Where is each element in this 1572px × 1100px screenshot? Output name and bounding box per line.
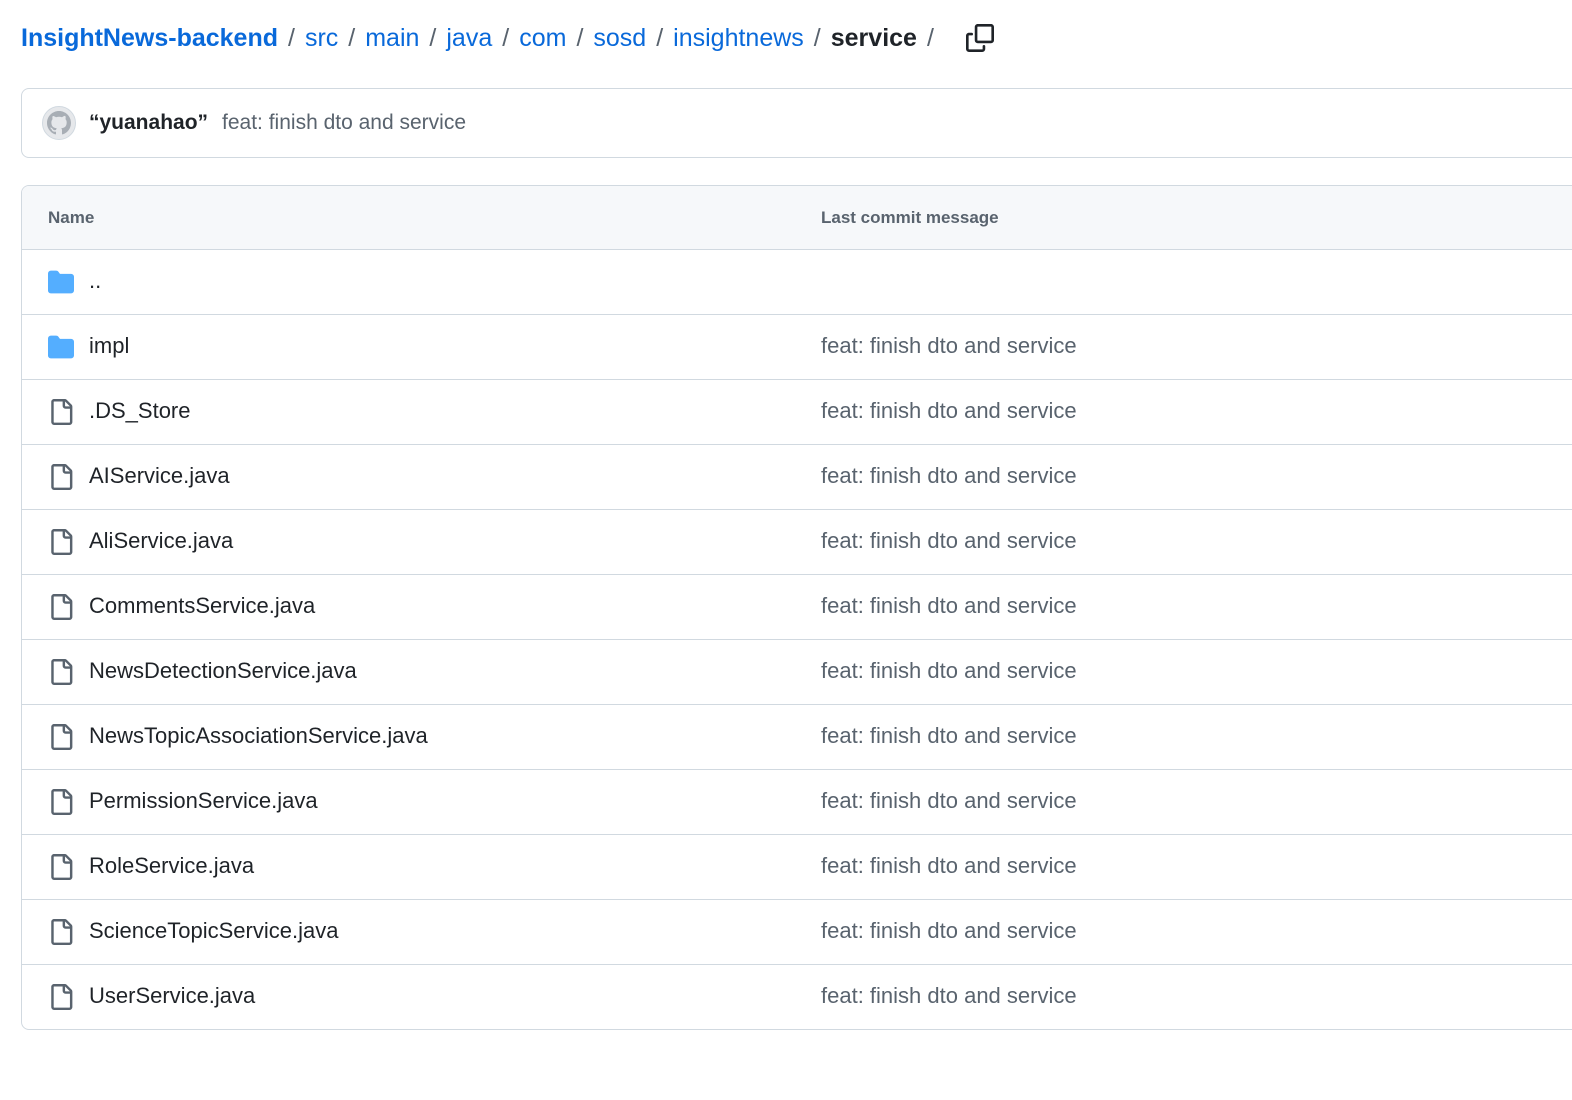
breadcrumb-link-java[interactable]: java xyxy=(446,24,492,53)
commit-message[interactable]: feat: finish dto and service xyxy=(222,111,466,135)
breadcrumb-separator: / xyxy=(288,23,295,52)
row-commit-message[interactable]: feat: finish dto and service xyxy=(821,788,1077,814)
file-icon xyxy=(48,659,74,685)
breadcrumb-link-com[interactable]: com xyxy=(519,24,566,53)
breadcrumb-separator: / xyxy=(502,23,510,52)
file-link[interactable]: AliService.java xyxy=(89,528,233,554)
file-icon xyxy=(48,529,74,555)
row-commit-message[interactable]: feat: finish dto and service xyxy=(821,658,1077,684)
row-commit-message[interactable]: feat: finish dto and service xyxy=(821,398,1077,424)
breadcrumb-trailing-separator: / xyxy=(926,23,934,52)
table-row[interactable]: AIService.java feat: finish dto and servi… xyxy=(22,445,1572,510)
table-row[interactable]: ScienceTopicService.java feat: finish dto… xyxy=(22,900,1572,965)
file-table: Name Last commit message .. impl feat: fin… xyxy=(21,185,1572,1030)
folder-icon xyxy=(48,269,74,295)
row-commit-message[interactable]: feat: finish dto and service xyxy=(821,463,1077,489)
copy-icon xyxy=(965,24,994,52)
file-icon xyxy=(48,789,74,815)
file-link[interactable]: CommentsService.java xyxy=(89,593,315,619)
table-row[interactable]: UserService.java feat: finish dto and ser… xyxy=(22,965,1572,1029)
row-commit-message[interactable]: feat: finish dto and service xyxy=(821,983,1077,1009)
breadcrumb-link-src[interactable]: src xyxy=(305,24,338,53)
file-link[interactable]: AIService.java xyxy=(89,463,230,489)
file-icon xyxy=(48,594,74,620)
file-list: .. impl feat: finish dto and service .DS_St… xyxy=(22,250,1572,1029)
breadcrumb-link-sosd[interactable]: sosd xyxy=(593,24,646,53)
folder-link[interactable]: .. xyxy=(89,268,101,294)
column-header-name: Name xyxy=(48,208,95,227)
commit-author[interactable]: “yuanahao” xyxy=(89,111,208,135)
row-commit-message[interactable]: feat: finish dto and service xyxy=(821,723,1077,749)
breadcrumb-separator: / xyxy=(348,23,356,52)
file-icon xyxy=(48,919,74,945)
table-row[interactable]: AliService.java feat: finish dto and serv… xyxy=(22,510,1572,575)
breadcrumb-link-insightnews[interactable]: insightnews xyxy=(673,24,804,53)
row-commit-message[interactable]: feat: finish dto and service xyxy=(821,918,1077,944)
breadcrumb-separator: / xyxy=(813,23,821,52)
table-header: Name Last commit message xyxy=(22,186,1572,250)
file-icon xyxy=(48,399,74,425)
table-row[interactable]: .DS_Store feat: finish dto and service xyxy=(22,380,1572,445)
table-row[interactable]: NewsDetectionService.java feat: finish dt… xyxy=(22,640,1572,705)
row-commit-message[interactable]: feat: finish dto and service xyxy=(821,853,1077,879)
file-icon xyxy=(48,984,74,1010)
folder-link[interactable]: impl xyxy=(89,333,129,359)
table-row[interactable]: CommentsService.java feat: finish dto and… xyxy=(22,575,1572,640)
file-link[interactable]: RoleService.java xyxy=(89,853,254,879)
folder-icon xyxy=(48,334,74,360)
file-link[interactable]: NewsTopicAssociationService.java xyxy=(89,723,428,749)
column-header-last-commit-message: Last commit message xyxy=(821,208,999,227)
breadcrumb-link-main[interactable]: main xyxy=(365,24,419,53)
file-link[interactable]: .DS_Store xyxy=(89,398,191,424)
breadcrumb-separator: / xyxy=(656,23,664,52)
breadcrumb-repo-link[interactable]: InsightNews-backend xyxy=(21,24,278,53)
file-link[interactable]: ScienceTopicService.java xyxy=(89,918,338,944)
breadcrumb-separator: / xyxy=(429,23,437,52)
table-row[interactable]: RoleService.java feat: finish dto and ser… xyxy=(22,835,1572,900)
file-icon xyxy=(48,464,74,490)
table-row[interactable]: .. xyxy=(22,250,1572,315)
table-row[interactable]: NewsTopicAssociationService.java feat: fi… xyxy=(22,705,1572,770)
github-avatar-icon xyxy=(47,111,71,135)
breadcrumb-current: service xyxy=(830,23,917,52)
file-link[interactable]: NewsDetectionService.java xyxy=(89,658,357,684)
file-icon xyxy=(48,724,74,750)
file-icon xyxy=(48,854,74,880)
breadcrumb: InsightNews-backend / src / main / java … xyxy=(21,18,1000,58)
table-row[interactable]: PermissionService.java feat: finish dto a… xyxy=(22,770,1572,835)
breadcrumb-separator: / xyxy=(576,23,584,52)
copy-path-button[interactable] xyxy=(960,18,1000,58)
avatar[interactable] xyxy=(42,106,76,140)
latest-commit-bar: “yuanahao” feat: finish dto and service xyxy=(21,88,1572,158)
file-link[interactable]: PermissionService.java xyxy=(89,788,318,814)
file-link[interactable]: UserService.java xyxy=(89,983,255,1009)
row-commit-message[interactable]: feat: finish dto and service xyxy=(821,528,1077,554)
row-commit-message[interactable]: feat: finish dto and service xyxy=(821,333,1077,359)
row-commit-message[interactable]: feat: finish dto and service xyxy=(821,593,1077,619)
table-row[interactable]: impl feat: finish dto and service xyxy=(22,315,1572,380)
